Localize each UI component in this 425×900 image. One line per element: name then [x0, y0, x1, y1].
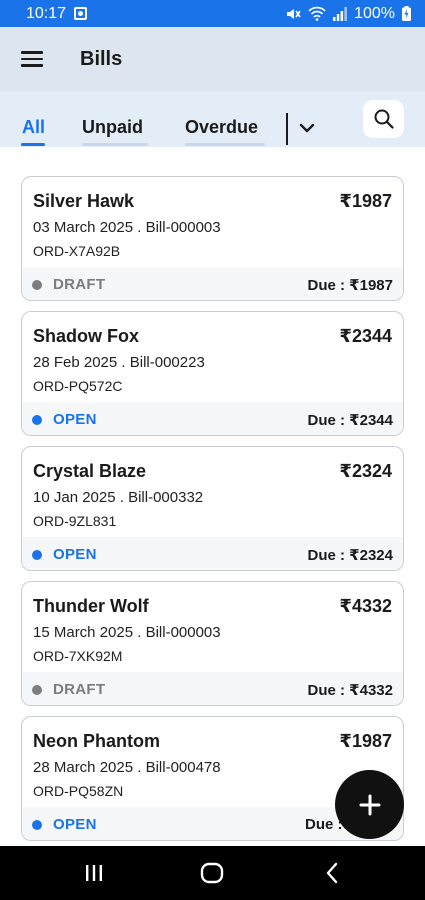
- home-button[interactable]: [188, 846, 236, 900]
- tab-all-indicator: [21, 143, 45, 146]
- bill-amount: ₹2324: [339, 461, 392, 481]
- back-button[interactable]: [308, 846, 356, 900]
- bill-date-number: 28 March 2025 . Bill-000478: [33, 759, 221, 776]
- bill-amount: ₹1987: [339, 731, 392, 751]
- tab-all[interactable]: All: [22, 117, 45, 138]
- status-badge: OPEN: [53, 411, 97, 428]
- status-time: 10:17: [26, 4, 67, 22]
- more-tabs-button[interactable]: [298, 121, 316, 139]
- filter-tabs: All Unpaid Overdue: [0, 91, 425, 147]
- bill-order-id: ORD-9ZL831: [33, 513, 117, 529]
- mute-icon: [287, 8, 301, 19]
- page-title: Bills: [80, 47, 123, 70]
- signal-icon: [333, 6, 347, 21]
- bill-customer-name: Crystal Blaze: [33, 461, 147, 481]
- tab-overdue[interactable]: Overdue: [185, 117, 258, 138]
- menu-button[interactable]: [2, 27, 62, 91]
- bill-customer-name: Neon Phantom: [33, 731, 161, 751]
- status-badge: DRAFT: [53, 681, 106, 698]
- hamburger-menu-icon: [21, 47, 43, 71]
- bill-date-number: 28 Feb 2025 . Bill-000223: [33, 354, 205, 371]
- status-badge: DRAFT: [53, 276, 106, 293]
- tab-divider: [286, 113, 288, 145]
- status-badge: OPEN: [53, 816, 97, 833]
- bill-card[interactable]: Crystal Blaze ₹2324 10 Jan 2025 . Bill-0…: [21, 446, 404, 571]
- battery-percent: 100%: [354, 4, 395, 22]
- recents-icon: [86, 865, 102, 881]
- bill-order-id: ORD-PQ572C: [33, 378, 123, 394]
- bill-footer: DRAFT Due : ₹1987: [22, 267, 403, 300]
- status-dot-icon: [32, 415, 42, 425]
- bill-card[interactable]: Thunder Wolf ₹4332 15 March 2025 . Bill-…: [21, 581, 404, 706]
- bill-date-number: 10 Jan 2025 . Bill-000332: [33, 489, 204, 506]
- bill-amount: ₹1987: [339, 191, 392, 211]
- notification-app-icon: [74, 7, 88, 20]
- due-amount: Due : ₹2344: [307, 412, 393, 429]
- bill-footer: OPEN Due : ₹2324: [22, 537, 403, 570]
- bill-footer: DRAFT Due : ₹4332: [22, 672, 403, 705]
- status-dot-icon: [32, 685, 42, 695]
- tab-overdue-indicator: [185, 143, 265, 146]
- bill-list: Silver Hawk ₹1987 03 March 2025 . Bill-0…: [21, 176, 404, 851]
- battery-charging-icon: [402, 6, 411, 21]
- search-button[interactable]: [363, 100, 404, 138]
- bill-card[interactable]: Silver Hawk ₹1987 03 March 2025 . Bill-0…: [21, 176, 404, 301]
- bill-date-number: 03 March 2025 . Bill-000003: [33, 219, 221, 236]
- home-icon: [200, 862, 224, 884]
- bill-amount: ₹2344: [339, 326, 392, 346]
- bill-customer-name: Shadow Fox: [33, 326, 140, 346]
- search-icon: [374, 109, 394, 129]
- due-amount: Due :: [305, 816, 343, 833]
- plus-icon: [359, 794, 380, 815]
- back-icon: [326, 862, 338, 884]
- bill-card[interactable]: Shadow Fox ₹2344 28 Feb 2025 . Bill-0002…: [21, 311, 404, 436]
- bill-order-id: ORD-7XK92M: [33, 648, 123, 664]
- app-bar: Bills: [0, 27, 425, 91]
- bill-footer: OPEN Due : ₹2344: [22, 402, 403, 435]
- status-dot-icon: [32, 820, 42, 830]
- bill-customer-name: Silver Hawk: [33, 191, 135, 211]
- tab-unpaid-indicator: [82, 143, 148, 146]
- due-amount: Due : ₹1987: [307, 277, 393, 294]
- due-amount: Due : ₹4332: [307, 682, 393, 699]
- status-dot-icon: [32, 280, 42, 290]
- recents-button[interactable]: [70, 846, 118, 900]
- system-nav-bar: [0, 846, 425, 900]
- chevron-down-icon: [299, 123, 315, 133]
- bill-order-id: ORD-X7A92B: [33, 243, 121, 259]
- status-dot-icon: [32, 550, 42, 560]
- status-badge: OPEN: [53, 546, 97, 563]
- bill-amount: ₹4332: [339, 596, 392, 616]
- bill-customer-name: Thunder Wolf: [33, 596, 149, 616]
- status-bar: 10:17 100%: [0, 0, 425, 27]
- tab-unpaid[interactable]: Unpaid: [82, 117, 143, 138]
- bill-date-number: 15 March 2025 . Bill-000003: [33, 624, 221, 641]
- due-amount: Due : ₹2324: [307, 547, 393, 564]
- wifi-icon: [308, 6, 326, 21]
- add-bill-button[interactable]: [335, 770, 404, 839]
- bill-order-id: ORD-PQ58ZN: [33, 783, 124, 799]
